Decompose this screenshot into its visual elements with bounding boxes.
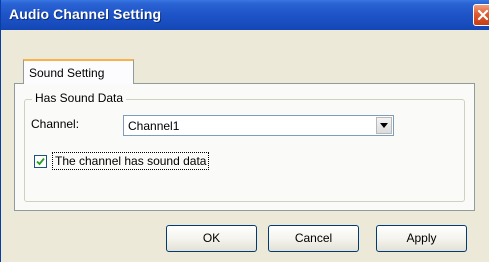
cancel-button[interactable]: Cancel [268, 225, 359, 252]
close-icon [477, 9, 489, 21]
apply-button[interactable]: Apply [376, 225, 467, 252]
close-button[interactable] [473, 4, 489, 26]
group-legend: Has Sound Data [32, 91, 127, 105]
sound-data-checkbox-label[interactable]: The channel has sound data [52, 152, 210, 170]
sound-data-checkbox[interactable] [34, 155, 47, 168]
audio-channel-setting-dialog: Audio Channel Setting Sound Setting Has … [0, 0, 489, 262]
channel-select-value: Channel1 [128, 119, 180, 133]
ok-button[interactable]: OK [166, 225, 257, 252]
tab-label: Sound Setting [29, 66, 105, 80]
chevron-down-icon [380, 123, 388, 128]
channel-dropdown-button[interactable] [376, 117, 392, 134]
channel-select[interactable]: Channel1 [123, 115, 394, 136]
tab-panel-sound-setting: Has Sound Data Channel: Channel1 The cha… [14, 83, 475, 211]
has-sound-data-group: Has Sound Data Channel: Channel1 The cha… [24, 91, 465, 202]
title-bar[interactable]: Audio Channel Setting [1, 0, 489, 30]
checkmark-icon [36, 157, 45, 166]
window-title: Audio Channel Setting [9, 6, 162, 22]
tab-sound-setting[interactable]: Sound Setting [23, 59, 134, 84]
channel-label: Channel: [31, 117, 80, 131]
